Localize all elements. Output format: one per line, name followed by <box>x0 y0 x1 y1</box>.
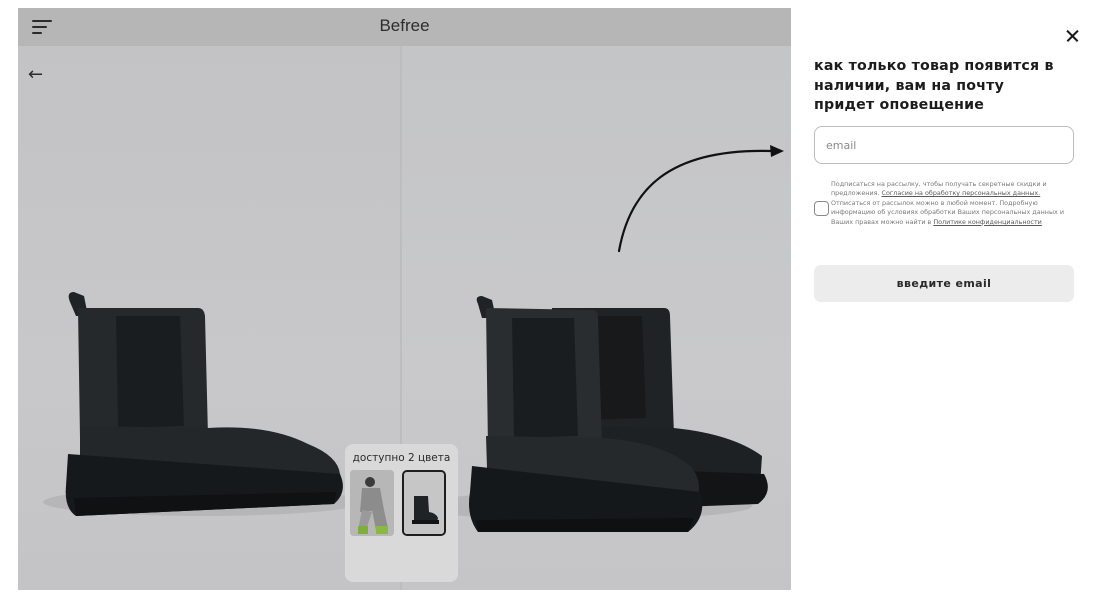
personal-data-consent-link[interactable]: Согласие на обработку персональных данны… <box>882 189 1041 197</box>
color-swatch-black[interactable] <box>402 470 446 536</box>
submit-button[interactable]: введите email <box>814 265 1074 302</box>
boot-thumbnail <box>404 472 444 534</box>
boots-pair-image <box>412 296 768 532</box>
color-swatch-grey[interactable] <box>350 470 394 536</box>
consent-text: Подписаться на рассылку, чтобы получать … <box>831 180 1076 227</box>
back-arrow-icon[interactable]: ← <box>28 64 43 85</box>
product-photo-pair[interactable] <box>402 46 791 590</box>
notify-panel: как только товар появится в наличии, вам… <box>800 0 1101 598</box>
close-icon[interactable] <box>1061 24 1085 48</box>
brand-logo[interactable]: Befree <box>18 16 791 36</box>
email-field[interactable] <box>814 126 1074 164</box>
boot-side-image <box>43 292 363 516</box>
consent-checkbox[interactable] <box>814 201 829 216</box>
product-photo-side[interactable] <box>18 46 400 590</box>
colors-available-label: доступно 2 цвета <box>352 452 451 464</box>
color-picker: доступно 2 цвета <box>345 444 458 582</box>
privacy-policy-link[interactable]: Политике конфиденциальности <box>933 218 1042 226</box>
notify-heading: как только товар появится в наличии, вам… <box>814 58 1054 113</box>
product-page-overlay[interactable]: Befree ← доступно 2 цвета <box>18 8 791 590</box>
model-thumbnail <box>350 470 394 536</box>
store-header: Befree <box>18 8 791 46</box>
page: Befree ← доступно 2 цвета как только тов… <box>0 0 1101 598</box>
